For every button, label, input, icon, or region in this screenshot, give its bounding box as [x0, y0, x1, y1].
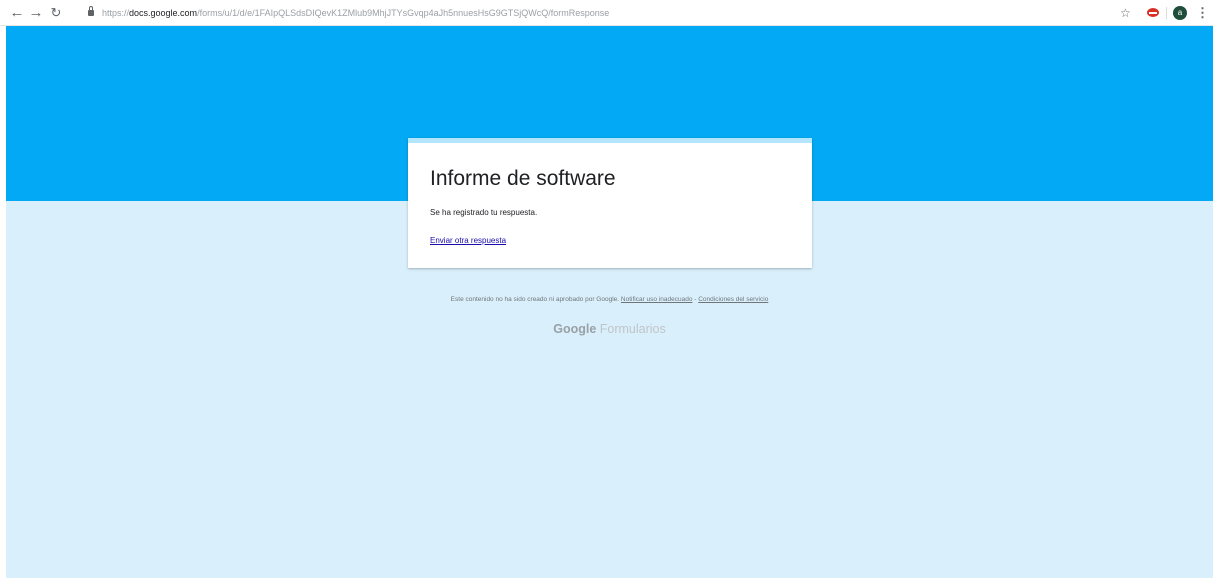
lock-icon — [88, 6, 94, 16]
google-forms-logo[interactable]: Google Formularios — [6, 322, 1213, 336]
footer-disclaimer: Este contenido no ha sido creado ni apro… — [6, 296, 1213, 303]
forward-arrow-icon[interactable]: → — [27, 4, 45, 22]
profile-avatar[interactable]: a — [1173, 6, 1187, 20]
url-path: /forms/u/1/d/e/1FAIpQLSdsDIQevK1ZMlub9Mh… — [197, 8, 610, 18]
url-scheme: https:// — [102, 8, 130, 18]
terms-of-service-link[interactable]: Condiciones del servicio — [698, 296, 768, 303]
submit-another-response-link[interactable]: Enviar otra respuesta — [430, 236, 506, 245]
url-host: docs.google.com — [129, 8, 198, 18]
adblock-extension-icon[interactable] — [1147, 8, 1159, 17]
disclaimer-text: Este contenido no ha sido creado ni apro… — [450, 296, 620, 303]
address-bar[interactable]: https://docs.google.com/forms/u/1/d/e/1F… — [82, 4, 1142, 22]
response-card: Informe de software Se ha registrado tu … — [408, 138, 812, 268]
brand-google: Google — [553, 322, 597, 336]
confirmation-message: Se ha registrado tu respuesta. — [430, 208, 538, 217]
more-vert-icon[interactable]: ⋮ — [1196, 4, 1209, 22]
back-arrow-icon[interactable]: ← — [8, 4, 26, 22]
toolbar-divider — [1166, 7, 1167, 19]
form-title: Informe de software — [430, 167, 616, 190]
reload-icon[interactable]: ↻ — [47, 4, 65, 22]
browser-toolbar: ← → ↻ https://docs.google.com/forms/u/1/… — [0, 0, 1213, 26]
star-icon[interactable]: ☆ — [1120, 4, 1131, 22]
brand-product: Formularios — [599, 322, 666, 336]
form-page: Informe de software Se ha registrado tu … — [6, 26, 1213, 578]
report-abuse-link[interactable]: Notificar uso inadecuado — [621, 296, 693, 303]
